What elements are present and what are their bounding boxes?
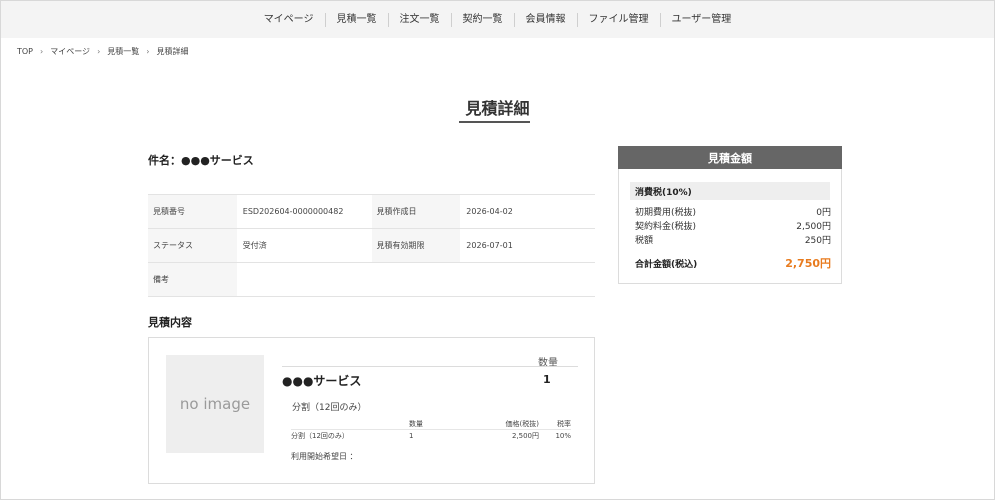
top-navigation: マイページ 見積一覧 注文一覧 契約一覧 会員情報 ファイル管理 ユーザー管理	[1, 1, 994, 38]
estimate-no-value: ESD202604-0000000482	[242, 207, 344, 216]
contract-fee-value: 2,500円	[796, 222, 831, 232]
status-value: 受付済	[242, 241, 267, 250]
page-title: 見積詳細	[465, 99, 530, 118]
product-image-placeholder: no image	[166, 355, 264, 453]
table-row: ステータス 受付済 見積有効期限 2026-07-01	[148, 229, 595, 263]
initial-fee-value: 0円	[816, 208, 831, 218]
cell-plan-name: 分割（12回のみ）	[291, 431, 349, 440]
title-underline	[459, 121, 530, 123]
subject: 件名： ●●●サービス	[148, 152, 254, 168]
expiry-date-value: 2026-07-01	[466, 241, 513, 250]
contract-fee-row: 契約料金(税抜) 2,500円	[635, 219, 831, 232]
expiry-date-label: 見積有効期限	[371, 229, 461, 262]
contract-fee-label: 契約料金(税抜)	[635, 222, 697, 232]
breadcrumb-estimate-list[interactable]: 見積一覧	[107, 46, 139, 57]
plan-name: 分割（12回のみ）	[292, 403, 367, 413]
table-row: 見積番号 ESD202604-0000000482 見積作成日 2026-04-…	[148, 195, 595, 229]
start-date-label: 利用開始希望日 ：	[291, 452, 358, 461]
column-header-quantity: 数量	[409, 420, 423, 428]
breadcrumb-top[interactable]: TOP	[17, 47, 33, 56]
subject-label: 件名：	[148, 154, 181, 167]
product-quantity: 1	[543, 373, 551, 386]
product-name: ●●●サービス	[282, 374, 362, 388]
estimate-info-table: 見積番号 ESD202604-0000000482 見積作成日 2026-04-…	[148, 194, 595, 297]
breadcrumb-current: 見積詳細	[156, 47, 189, 56]
breadcrumb-separator: ›	[146, 47, 150, 56]
initial-fee-row: 初期費用(税抜) 0円	[635, 205, 831, 218]
nav-item-order-list[interactable]: 注文一覧	[387, 12, 451, 27]
plan-detail-table: 数量 価格(税抜) 税率 分割（12回のみ） 1 2,500円 10%	[291, 419, 571, 441]
estimate-no-label: 見積番号	[148, 195, 237, 228]
estimate-content-title: 見積内容	[148, 316, 192, 329]
column-header-tax-rate: 税率	[557, 420, 571, 428]
total-amount-value: 2,750円	[785, 257, 831, 270]
nav-item-user-management[interactable]: ユーザー管理	[659, 12, 743, 27]
nav-item-contract-list[interactable]: 契約一覧	[450, 12, 514, 27]
nav-item-mypage[interactable]: マイページ	[253, 13, 325, 27]
tax-rate-label: 消費税(10%)	[630, 182, 830, 200]
tax-amount-label: 税額	[635, 236, 654, 246]
remarks-value	[237, 263, 595, 296]
table-row: 備考	[148, 263, 595, 297]
table-row: 分割（12回のみ） 1 2,500円 10%	[291, 430, 571, 441]
subject-value: ●●●サービス	[181, 154, 254, 167]
cell-tax-rate: 10%	[555, 431, 571, 440]
breadcrumb: TOP › マイページ › 見積一覧 › 見積詳細	[17, 46, 188, 57]
breadcrumb-separator: ›	[40, 47, 44, 56]
column-header-price: 価格(税抜)	[505, 420, 539, 428]
created-date-value: 2026-04-02	[466, 207, 513, 216]
created-date-label: 見積作成日	[371, 195, 461, 228]
divider	[282, 366, 578, 367]
estimate-amount-panel: 見積金額 消費税(10%) 初期費用(税抜) 0円 契約料金(税抜) 2,500…	[618, 146, 842, 284]
estimate-amount-header: 見積金額	[618, 146, 842, 169]
table-header-row: 数量 価格(税抜) 税率	[291, 419, 571, 430]
remarks-label: 備考	[148, 263, 237, 296]
total-amount-label: 合計金額(税込)	[635, 259, 698, 270]
estimate-content-box: no image 数量 ●●●サービス 1 分割（12回のみ） 数量 価格(税抜…	[148, 337, 595, 484]
breadcrumb-mypage[interactable]: マイページ	[50, 46, 90, 57]
tax-amount-row: 税額 250円	[635, 233, 831, 246]
initial-fee-label: 初期費用(税抜)	[635, 208, 697, 218]
cell-price: 2,500円	[511, 431, 539, 440]
nav-item-member-info[interactable]: 会員情報	[513, 12, 577, 27]
nav-item-estimate-list[interactable]: 見積一覧	[324, 12, 388, 27]
breadcrumb-separator: ›	[97, 47, 101, 56]
nav-item-file-management[interactable]: ファイル管理	[576, 12, 660, 27]
status-label: ステータス	[148, 229, 237, 262]
cell-quantity: 1	[409, 431, 414, 440]
tax-amount-value: 250円	[804, 236, 831, 246]
total-amount-row: 合計金額(税込) 2,750円	[635, 255, 831, 271]
